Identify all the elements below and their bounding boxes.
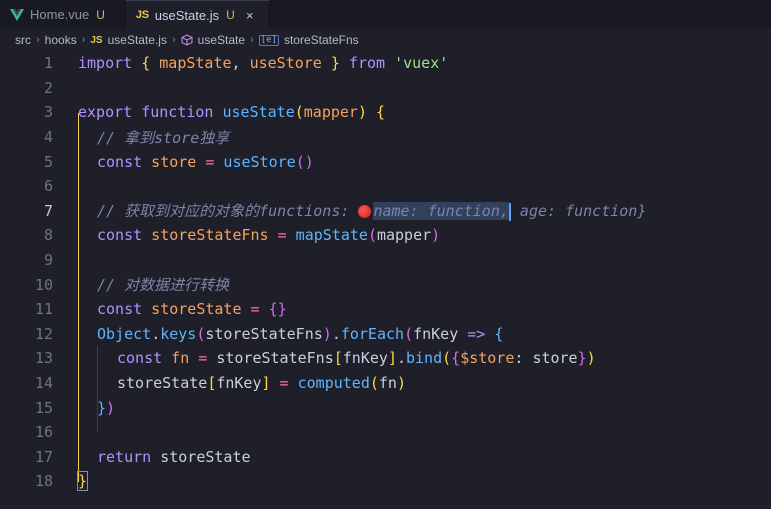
vue-icon <box>10 8 24 21</box>
code-text: // 获取到对应的对象的functions: name: function, a… <box>97 202 647 221</box>
breadcrumb-function[interactable]: useState <box>181 33 245 47</box>
line-number: 3 <box>43 103 53 122</box>
code-text: const store = useStore() <box>97 152 314 171</box>
line-number: 5 <box>43 152 53 171</box>
code-line: 12 Object.keys(storeStateFns).forEach(fn… <box>0 322 771 347</box>
line-number: 4 <box>43 128 53 147</box>
code-editor[interactable]: 1 import { mapState, useStore } from 'vu… <box>0 51 771 509</box>
selected-text: name: function, <box>373 202 509 221</box>
breadcrumb-file[interactable]: JS useState.js <box>90 33 167 47</box>
line-number: 9 <box>43 251 53 270</box>
breadcrumb-function-label: useState <box>197 33 246 47</box>
breadcrumb-variable[interactable]: [e] storeStateFns <box>258 33 359 47</box>
code-line: 10 // 对数据进行转换 <box>0 272 771 297</box>
chevron-right-icon: › <box>81 34 86 46</box>
line-number: 7 <box>43 201 53 220</box>
code-text: }) <box>97 398 116 417</box>
lightbulb-icon[interactable] <box>358 205 372 219</box>
line-number: 14 <box>34 374 53 393</box>
code-text: import { mapState, useStore } from 'vuex… <box>78 54 449 73</box>
code-text: // 拿到store独享 <box>97 128 230 147</box>
code-line: 9 <box>0 248 771 273</box>
code-line: 8 const storeStateFns = mapState(mapper) <box>0 223 771 248</box>
code-line: 11 const storeState = {} <box>0 297 771 322</box>
code-text: // 对数据进行转换 <box>97 276 230 295</box>
code-text: const storeState = {} <box>97 300 287 319</box>
close-icon[interactable]: × <box>243 8 257 23</box>
code-line: 5 const store = useStore() <box>0 149 771 174</box>
code-line: 4 // 拿到store独享 <box>0 125 771 150</box>
code-text: export function useState(mapper) { <box>78 103 386 122</box>
line-number: 8 <box>43 226 53 245</box>
line-number: 6 <box>43 177 53 196</box>
breadcrumb-hooks[interactable]: hooks <box>45 33 77 47</box>
breadcrumb-variable-label: storeStateFns <box>283 33 359 47</box>
code-line: 16 <box>0 420 771 445</box>
line-number: 17 <box>34 447 53 466</box>
breadcrumb-src[interactable]: src <box>15 33 31 47</box>
code-line: 18 } <box>0 469 771 494</box>
tab-label: useState.js <box>154 7 220 23</box>
chevron-right-icon: › <box>171 34 176 46</box>
code-text: const fn = storeStateFns[fnKey].bind({$s… <box>117 349 596 368</box>
js-icon: JS <box>135 9 149 21</box>
tab-usestate-js[interactable]: JS useState.js U × <box>125 0 270 29</box>
variable-icon: [e] <box>258 34 279 46</box>
cube-icon <box>181 34 193 46</box>
line-number: 12 <box>34 324 53 343</box>
code-text: const storeStateFns = mapState(mapper) <box>97 226 441 245</box>
line-number: 10 <box>34 275 53 294</box>
code-line: 17 return storeState <box>0 445 771 470</box>
code-text: return storeState <box>97 447 251 466</box>
code-line: 1 import { mapState, useStore } from 'vu… <box>0 51 771 76</box>
line-number: 18 <box>34 472 53 491</box>
line-number: 16 <box>34 423 53 442</box>
code-line-current: 7 // 获取到对应的对象的functions: name: function,… <box>0 199 771 224</box>
code-line: 6 <box>0 174 771 199</box>
code-text: Object.keys(storeStateFns).forEach(fnKey… <box>97 324 504 343</box>
chevron-right-icon: › <box>36 34 40 46</box>
code-line: 3 export function useState(mapper) { <box>0 100 771 125</box>
chevron-right-icon: › <box>250 34 254 46</box>
js-icon: JS <box>90 34 103 46</box>
line-number: 13 <box>34 349 53 368</box>
tab-label: Home.vue <box>30 7 90 22</box>
code-text: } <box>76 471 89 492</box>
line-number: 11 <box>34 300 53 319</box>
code-line: 13 const fn = storeStateFns[fnKey].bind(… <box>0 346 771 371</box>
code-line: 2 <box>0 76 771 101</box>
editor-tab-bar: Home.vue U JS useState.js U × <box>0 0 771 29</box>
code-text: storeState[fnKey] = computed(fn) <box>117 374 406 393</box>
breadcrumb: src › hooks › JS useState.js › useState … <box>0 29 771 51</box>
code-line: 14 storeState[fnKey] = computed(fn) <box>0 371 771 396</box>
untracked-badge: U <box>226 8 235 22</box>
line-number: 1 <box>43 54 53 73</box>
code-line: 15 }) <box>0 395 771 420</box>
line-number: 2 <box>43 78 53 97</box>
untracked-badge: U <box>96 7 105 22</box>
tab-home-vue[interactable]: Home.vue U <box>0 0 126 29</box>
breadcrumb-file-label: useState.js <box>107 33 167 47</box>
line-number: 15 <box>34 398 53 417</box>
